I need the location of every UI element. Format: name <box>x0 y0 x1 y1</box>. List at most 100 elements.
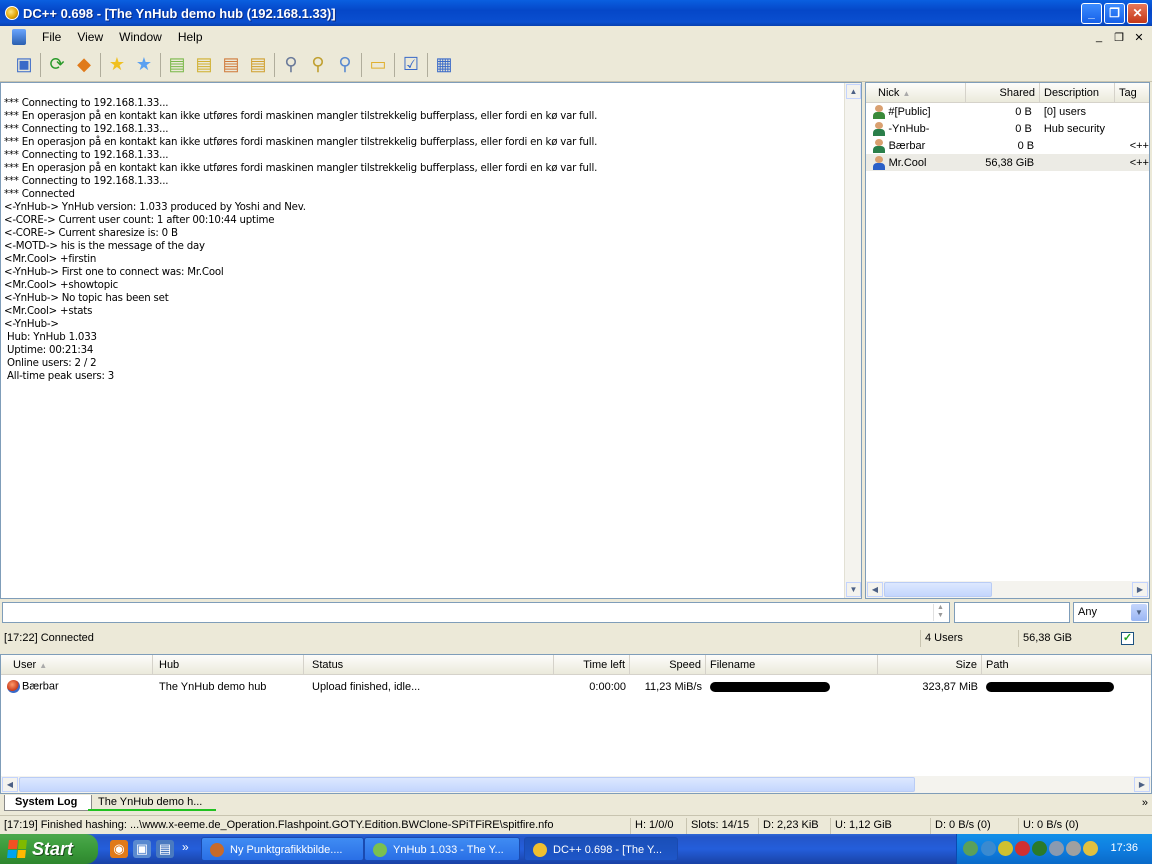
security-shield-icon[interactable] <box>1015 841 1030 856</box>
user-filter-input[interactable] <box>954 602 1070 623</box>
menu-window[interactable]: Window <box>111 28 170 46</box>
quicklaunch-app-icon[interactable]: ▤ <box>156 840 174 858</box>
scroll-down-arrow-icon[interactable]: ▼ <box>846 582 861 597</box>
transfer-row[interactable]: Bærbar The YnHub demo hub Upload finishe… <box>1 677 1151 696</box>
adl-search-icon[interactable]: ⚲ <box>306 53 330 77</box>
mdi-document-icon[interactable] <box>12 29 26 45</box>
column-hub[interactable]: Hub <box>153 655 304 675</box>
start-button[interactable]: Start <box>0 834 98 864</box>
firefox-icon[interactable]: ◉ <box>110 840 128 858</box>
taskbar-task-ynhub[interactable]: YnHub 1.033 - The Y... <box>364 837 520 861</box>
filter-column-select[interactable]: Any ▼ <box>1073 602 1149 623</box>
column-speed[interactable]: Speed <box>630 655 706 675</box>
tray-settings-icon[interactable] <box>1066 841 1081 856</box>
message-input-spinner[interactable]: ▲ ▼ <box>933 604 947 621</box>
finished-uploads-icon[interactable]: ▤ <box>246 53 270 77</box>
message-input-row: ▲ ▼ Any ▼ <box>0 600 1152 626</box>
upload-icon <box>7 680 20 693</box>
scroll-right-arrow-icon[interactable]: ▶ <box>1134 777 1150 792</box>
chat-log[interactable]: *** Connecting to 192.168.1.33... *** En … <box>0 82 862 599</box>
more-tabs-icon[interactable]: » <box>1142 797 1148 809</box>
taskbar-task-paint[interactable]: Ny Punktgrafikkbilde.... <box>201 837 364 861</box>
search-spy-icon[interactable]: ⚲ <box>333 53 357 77</box>
system-tray: 17:36 <box>956 834 1152 864</box>
transfer-path-redacted <box>982 681 1142 693</box>
show-userlist-checkbox[interactable]: ✓ <box>1121 632 1134 645</box>
reconnect-icon[interactable]: ⟳ <box>45 53 69 77</box>
user-list-header: Nick ▲ Shared Description Tag <box>866 83 1149 103</box>
user-row[interactable]: Bærbar 0 B <++ <box>866 137 1149 154</box>
hub-user-count: 4 Users <box>920 630 1018 647</box>
network-icon[interactable] <box>963 841 978 856</box>
title-bar: DC++ 0.698 - [The YnHub demo hub (192.16… <box>0 0 1152 26</box>
close-button[interactable]: ✕ <box>1127 2 1148 24</box>
user-list-horizontal-scrollbar[interactable]: ◀ ▶ <box>866 581 1149 598</box>
scrollbar-thumb[interactable] <box>19 777 915 792</box>
mdi-restore-button[interactable]: ❐ <box>1112 31 1126 44</box>
quicklaunch-more-icon[interactable]: » <box>182 840 189 854</box>
column-path[interactable]: Path <box>982 655 1142 675</box>
clock: 17:36 <box>1110 842 1138 854</box>
users-tray-icon[interactable] <box>981 841 996 856</box>
tab-hub[interactable]: The YnHub demo h... <box>88 795 217 811</box>
show-desktop-icon[interactable]: ▣ <box>133 840 151 858</box>
favorite-hubs-icon[interactable]: ★ <box>105 53 129 77</box>
user-nick: Mr.Cool <box>888 156 927 169</box>
message-input[interactable]: ▲ ▼ <box>2 602 950 623</box>
column-user[interactable]: User ▲ <box>1 655 153 675</box>
column-shared[interactable]: Shared <box>966 83 1040 103</box>
transfer-time-left: 0:00:00 <box>589 680 626 693</box>
tray-app-icon[interactable] <box>1049 841 1064 856</box>
mdi-close-button[interactable]: ✕ <box>1132 31 1146 44</box>
chat-line: *** Connecting to 192.168.1.33... <box>4 176 169 187</box>
user-row-selected[interactable]: Mr.Cool 56,38 GiB <++ <box>866 154 1149 171</box>
chevron-down-icon[interactable]: ▼ <box>1131 604 1147 621</box>
chat-line: *** Connected <box>4 189 75 200</box>
scroll-right-arrow-icon[interactable]: ▶ <box>1132 582 1148 597</box>
taskbar-task-dcpp[interactable]: DC++ 0.698 - [The Y... <box>524 837 678 861</box>
column-time-left[interactable]: Time left <box>554 655 630 675</box>
user-row[interactable]: -YnHub- 0 B Hub security <box>866 120 1149 137</box>
chat-line: <Mr.Cool> +firstin <box>4 254 97 265</box>
follow-redirect-icon[interactable]: ◆ <box>72 53 96 77</box>
notepad-icon[interactable]: ▦ <box>432 53 456 77</box>
search-icon[interactable]: ⚲ <box>279 53 303 77</box>
column-description[interactable]: Description <box>1040 83 1115 103</box>
minimize-button[interactable]: _ <box>1081 2 1102 24</box>
restore-button[interactable]: ❐ <box>1104 2 1125 24</box>
column-tag[interactable]: Tag <box>1115 83 1149 103</box>
chat-line: <Mr.Cool> +showtopic <box>4 280 118 291</box>
download-queue-icon[interactable]: ▤ <box>165 53 189 77</box>
volume-icon[interactable] <box>1083 841 1098 856</box>
window-title: DC++ 0.698 - [The YnHub demo hub (192.16… <box>23 5 336 21</box>
chat-vertical-scrollbar[interactable]: ▲ ▼ <box>844 83 861 598</box>
transfer-status: Upload finished, idle... <box>312 680 421 693</box>
chat-line: All-time peak users: 3 <box>4 371 114 382</box>
scroll-left-arrow-icon[interactable]: ◀ <box>2 777 18 792</box>
favorite-users-icon[interactable]: ★ <box>132 53 156 77</box>
user-tag: <++ <box>1129 139 1149 152</box>
column-filename[interactable]: Filename <box>706 655 878 675</box>
mdi-minimize-button[interactable]: _ <box>1092 31 1106 44</box>
menu-help[interactable]: Help <box>170 28 211 46</box>
column-nick[interactable]: Nick ▲ <box>866 83 966 103</box>
connect-icon[interactable]: ▣ <box>12 53 36 77</box>
toolbar-separator <box>100 52 101 77</box>
messenger-icon[interactable] <box>998 841 1013 856</box>
finished-downloads-icon[interactable]: ▤ <box>192 53 216 77</box>
scrollbar-thumb[interactable] <box>884 582 992 597</box>
dcpp-app-icon[interactable] <box>5 6 19 20</box>
scroll-up-arrow-icon[interactable]: ▲ <box>846 84 861 99</box>
menu-file[interactable]: File <box>34 28 69 46</box>
scroll-left-arrow-icon[interactable]: ◀ <box>867 582 883 597</box>
column-size[interactable]: Size <box>878 655 982 675</box>
column-status[interactable]: Status <box>304 655 554 675</box>
r-app-icon[interactable] <box>1032 841 1047 856</box>
tab-system-log[interactable]: System Log <box>4 795 93 811</box>
user-row[interactable]: #[Public] 0 B [0] users <box>866 103 1149 120</box>
upload-queue-icon[interactable]: ▤ <box>219 53 243 77</box>
open-file-list-icon[interactable]: ▭ <box>366 53 390 77</box>
menu-view[interactable]: View <box>69 28 111 46</box>
transfer-horizontal-scrollbar[interactable]: ◀ ▶ <box>1 776 1151 793</box>
settings-icon[interactable]: ☑ <box>399 53 423 77</box>
